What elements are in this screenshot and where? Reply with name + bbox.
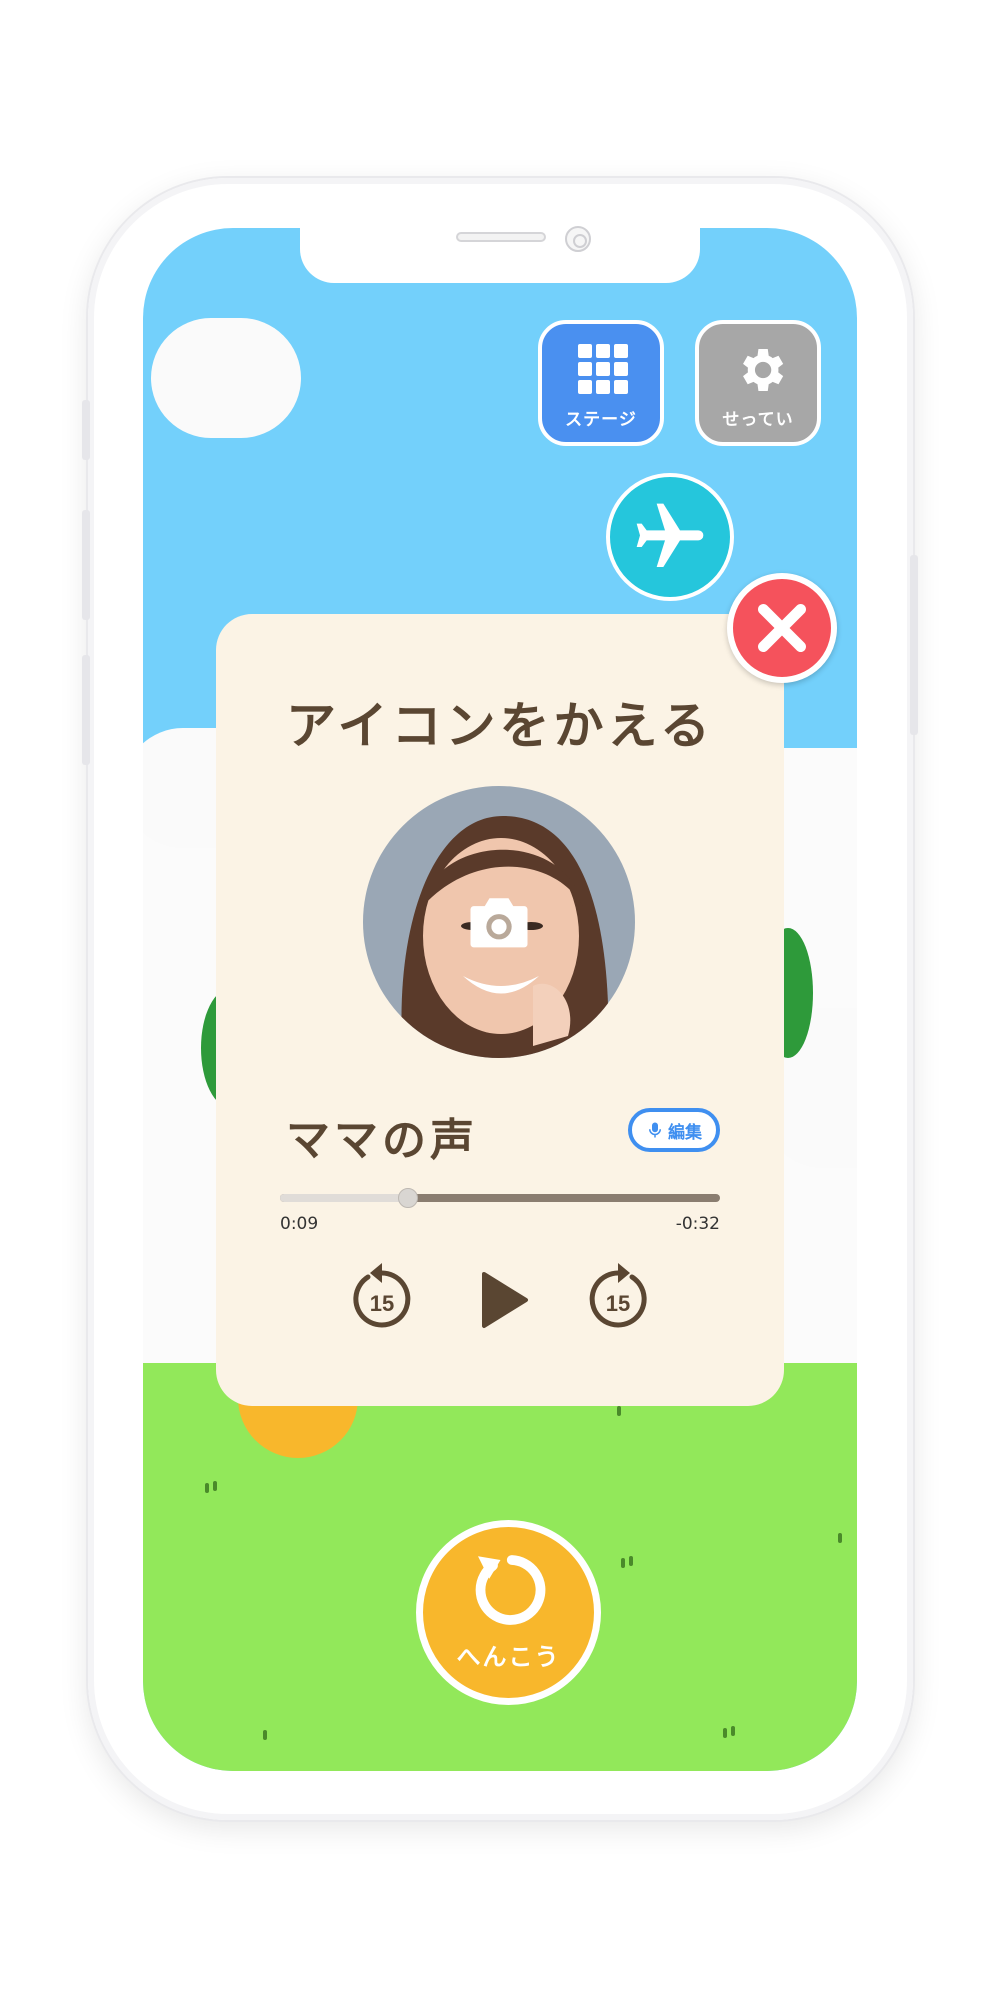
grass-tuft [263, 1730, 267, 1740]
grass-tuft [731, 1726, 735, 1736]
play-icon [482, 1272, 528, 1328]
skip-back-button[interactable]: 15 [350, 1259, 414, 1339]
volume-up-button [82, 510, 90, 620]
stage-button-label: ステージ [565, 410, 637, 430]
skip-forward-seconds: 15 [606, 1291, 630, 1316]
grass-tuft [213, 1481, 217, 1491]
grass-tuft [205, 1483, 209, 1493]
change-button[interactable]: へんこう [416, 1520, 601, 1705]
refresh-icon [475, 1555, 546, 1625]
stage-button[interactable]: ステージ [538, 320, 664, 446]
camera-icon [470, 898, 528, 948]
grass-tuft [617, 1406, 621, 1416]
grass-tuft [629, 1556, 633, 1566]
front-camera [565, 226, 591, 252]
playback-scrubber[interactable] [280, 1188, 720, 1208]
voice-title: ママの声 [286, 1115, 478, 1166]
edit-voice-label: 編集 [668, 1122, 702, 1143]
skip-back-seconds: 15 [370, 1291, 394, 1316]
grid-icon [578, 344, 628, 394]
close-button[interactable] [727, 573, 837, 683]
skip-back-icon: 15 [353, 1263, 411, 1328]
settings-button-label: せってい [722, 410, 794, 430]
mute-switch [82, 400, 90, 460]
grass-tuft [621, 1558, 625, 1568]
scrubber-thumb[interactable] [397, 1188, 418, 1208]
elapsed-time: 0:09 [280, 1214, 319, 1234]
skip-forward-button[interactable]: 15 [586, 1259, 650, 1339]
volume-down-button [82, 655, 90, 765]
grass-tuft [723, 1728, 727, 1738]
change-button-label: へんこう [456, 1643, 561, 1671]
airplane-button[interactable] [606, 473, 734, 601]
cloud [151, 318, 301, 438]
microphone-icon [649, 1122, 661, 1138]
power-button [910, 555, 918, 735]
skip-forward-icon: 15 [589, 1263, 647, 1328]
remaining-time: -0:32 [675, 1214, 720, 1234]
grass-tuft [838, 1533, 842, 1543]
play-button[interactable] [480, 1270, 530, 1334]
change-icon-dialog: アイコンをかえる ママの声 編集 0:09 -0:32 15 15 [216, 614, 784, 1406]
avatar-photo[interactable] [363, 786, 635, 1058]
edit-voice-button[interactable]: 編集 [628, 1108, 720, 1152]
close-icon [758, 604, 806, 652]
settings-button[interactable]: せってい [695, 320, 821, 446]
airplane-icon [636, 503, 704, 567]
dialog-title: アイコンをかえる [286, 697, 714, 755]
played-portion [280, 1194, 408, 1202]
gear-icon [743, 349, 784, 391]
speaker-grille [456, 232, 546, 242]
